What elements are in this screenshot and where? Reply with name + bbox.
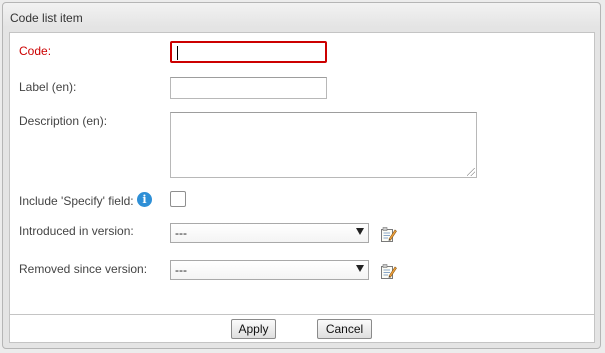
removed-version-value: --- bbox=[175, 263, 187, 277]
introduced-version-label: Introduced in version: bbox=[19, 224, 134, 238]
label-en-input[interactable] bbox=[170, 77, 327, 99]
include-specify-label: Include 'Specify' field: bbox=[19, 194, 134, 208]
dialog-footer: Apply Cancel bbox=[9, 315, 595, 343]
cancel-button[interactable]: Cancel bbox=[317, 319, 372, 339]
text-caret bbox=[177, 46, 178, 60]
code-label: Code: bbox=[19, 44, 52, 58]
resize-grip-icon[interactable] bbox=[467, 168, 475, 176]
removed-version-label: Removed since version: bbox=[19, 262, 148, 276]
code-input[interactable] bbox=[170, 41, 327, 63]
edit-icon[interactable] bbox=[380, 263, 397, 280]
label-en-label: Label (en): bbox=[19, 80, 77, 94]
description-en-label: Description (en): bbox=[19, 114, 108, 128]
apply-button[interactable]: Apply bbox=[231, 319, 276, 339]
edit-icon[interactable] bbox=[380, 226, 397, 243]
dialog-title: Code list item bbox=[10, 11, 83, 25]
chevron-down-icon bbox=[356, 265, 364, 272]
chevron-down-icon bbox=[356, 228, 364, 235]
introduced-version-select[interactable]: --- bbox=[170, 223, 369, 243]
description-en-textarea[interactable] bbox=[170, 112, 477, 178]
info-icon[interactable]: i bbox=[137, 192, 152, 207]
removed-version-select[interactable]: --- bbox=[170, 260, 369, 280]
include-specify-checkbox[interactable] bbox=[170, 191, 186, 207]
dialog-body: Code: Label (en): Description (en): Incl… bbox=[9, 32, 595, 315]
introduced-version-value: --- bbox=[175, 226, 187, 240]
